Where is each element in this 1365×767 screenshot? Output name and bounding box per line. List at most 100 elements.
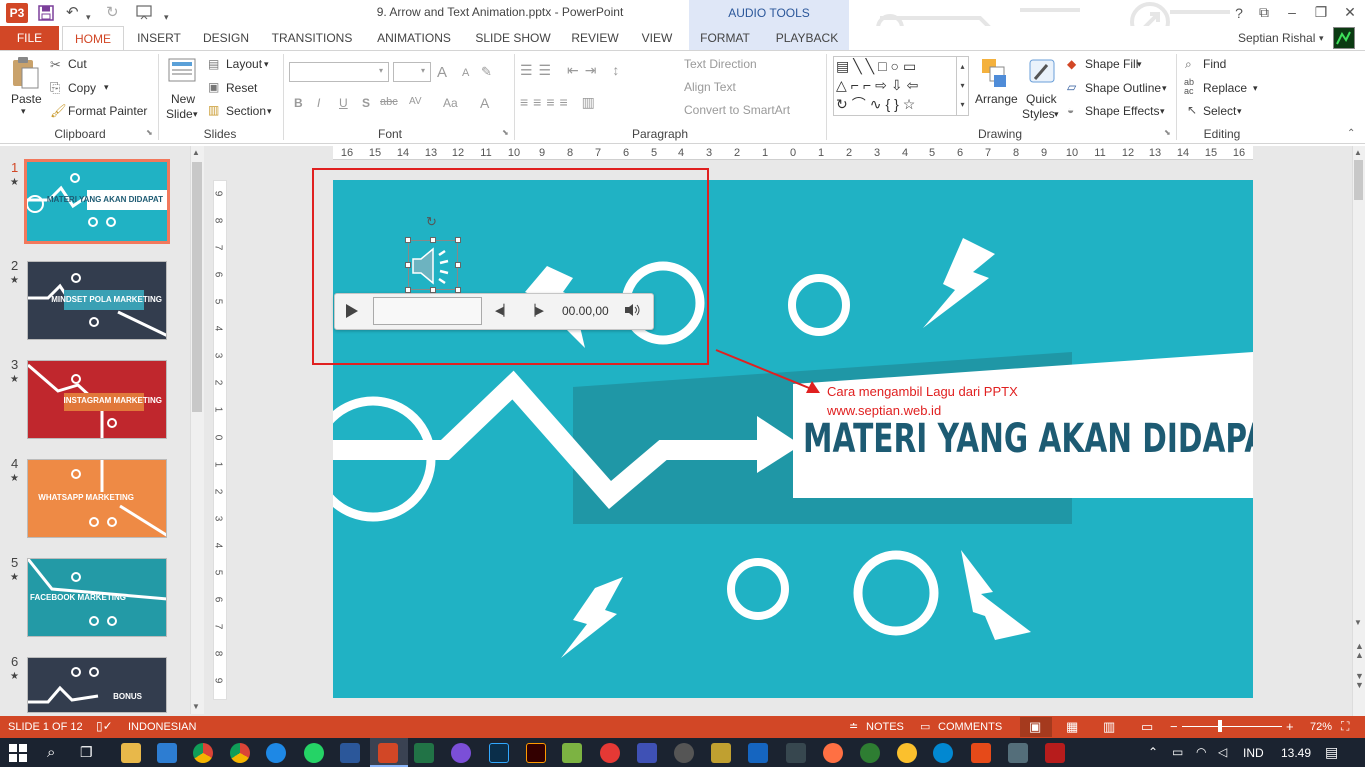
search-icon[interactable]: ⌕ bbox=[47, 744, 55, 761]
scroll-down-icon[interactable]: ▼ bbox=[1354, 618, 1362, 627]
shape-effects-dropdown-icon[interactable]: ▾ bbox=[1160, 106, 1165, 117]
bold-button[interactable]: B bbox=[294, 96, 303, 110]
notes-button[interactable]: NOTES bbox=[866, 721, 904, 733]
app-icon[interactable] bbox=[637, 743, 657, 763]
start-icon[interactable] bbox=[9, 744, 27, 765]
new-slide-icon[interactable] bbox=[167, 56, 199, 89]
font-launcher-icon[interactable]: ⬊ bbox=[502, 128, 509, 137]
user-name[interactable]: Septian Rishal bbox=[1238, 31, 1315, 45]
powerpoint-taskbar-icon[interactable] bbox=[378, 743, 398, 763]
help-icon[interactable]: ? bbox=[1227, 3, 1251, 23]
align-text-button[interactable]: Align Text bbox=[684, 80, 736, 94]
quick-styles-icon[interactable] bbox=[1027, 57, 1057, 92]
virtualbox-icon[interactable] bbox=[748, 743, 768, 763]
minimize-icon[interactable]: – bbox=[1280, 2, 1304, 22]
slide-thumbnail[interactable]: MINDSET POLA MARKETING bbox=[27, 261, 167, 340]
copy-button[interactable]: Copy bbox=[68, 81, 96, 95]
fit-slide-icon[interactable]: ⛶ bbox=[1341, 719, 1349, 734]
comments-icon[interactable]: ▭ bbox=[920, 720, 930, 733]
app-icon[interactable] bbox=[674, 743, 694, 763]
replace-button[interactable]: Replace bbox=[1203, 81, 1247, 95]
resize-handle[interactable] bbox=[405, 237, 411, 243]
avatar[interactable] bbox=[1333, 27, 1355, 49]
vertical-scrollbar[interactable] bbox=[1352, 146, 1365, 716]
spell-check-icon[interactable]: ▯✓ bbox=[96, 719, 113, 733]
volume-icon[interactable] bbox=[623, 302, 641, 321]
zoom-out-button[interactable]: − bbox=[1170, 719, 1178, 734]
collapse-ribbon-icon[interactable]: ⌃ bbox=[1347, 128, 1355, 139]
app-icon[interactable] bbox=[451, 743, 471, 763]
slide-thumbnail[interactable]: BONUS bbox=[27, 657, 167, 713]
paste-icon[interactable] bbox=[10, 56, 40, 93]
file-explorer-icon[interactable] bbox=[121, 743, 141, 763]
resize-handle[interactable] bbox=[430, 237, 436, 243]
format-painter-button[interactable]: Format Painter bbox=[68, 104, 147, 118]
convert-smartart-button[interactable]: Convert to SmartArt bbox=[684, 103, 790, 117]
slide-sorter-icon[interactable]: ▦ bbox=[1066, 719, 1078, 735]
shadow-button[interactable]: S bbox=[362, 96, 370, 110]
thumbs-scroll-down-icon[interactable]: ▼ bbox=[192, 702, 200, 711]
list-buttons-icon[interactable]: ☰☰ ⇤⇥ ↕ bbox=[520, 62, 625, 79]
app-icon[interactable] bbox=[933, 743, 953, 763]
shapes-gallery[interactable]: ▤╲╲□○▭ △⌐⌐⇨⇩⇦ ↻⌒∿{}☆ bbox=[833, 56, 969, 116]
alignment-buttons-icon[interactable]: ≡≡≡≡ ▥ bbox=[520, 94, 600, 111]
word-icon[interactable] bbox=[340, 743, 360, 763]
italic-button[interactable]: I bbox=[317, 96, 320, 110]
excel-icon[interactable] bbox=[414, 743, 434, 763]
wifi-icon[interactable]: ◠ bbox=[1196, 745, 1206, 759]
font-color-button[interactable]: A bbox=[480, 95, 489, 111]
underline-button[interactable]: U bbox=[339, 96, 348, 110]
paste-dropdown-icon[interactable]: ▾ bbox=[21, 106, 26, 117]
clock[interactable]: 13.49 bbox=[1281, 746, 1311, 760]
speaker-tray-icon[interactable]: ◁ bbox=[1218, 745, 1227, 759]
next-slide-icon[interactable]: ▼ ▼ bbox=[1355, 672, 1364, 690]
tab-home[interactable]: HOME bbox=[62, 26, 124, 51]
previous-slide-icon[interactable]: ▲ ▲ bbox=[1355, 642, 1364, 660]
play-icon[interactable] bbox=[343, 302, 359, 323]
section-button[interactable]: Section bbox=[226, 104, 266, 118]
shape-outline-button[interactable]: Shape Outline bbox=[1085, 81, 1161, 95]
tab-format[interactable]: FORMAT bbox=[693, 26, 757, 50]
shape-fill-button[interactable]: Shape Fill bbox=[1085, 57, 1138, 71]
clear-formatting-icon[interactable]: ✎ bbox=[481, 64, 492, 80]
character-spacing-button[interactable]: AV bbox=[409, 96, 422, 107]
reset-button[interactable]: Reset bbox=[226, 81, 257, 95]
text-direction-button[interactable]: Text Direction bbox=[684, 57, 757, 71]
zoom-slider-thumb[interactable] bbox=[1218, 720, 1222, 732]
battery-icon[interactable]: ▭ bbox=[1172, 745, 1183, 759]
app-icon[interactable] bbox=[860, 743, 880, 763]
section-dropdown-icon[interactable]: ▾ bbox=[267, 106, 272, 117]
task-view-icon[interactable]: ❐ bbox=[80, 744, 93, 761]
zoom-level[interactable]: 72% bbox=[1310, 721, 1332, 733]
tab-view[interactable]: VIEW bbox=[634, 26, 680, 50]
slideshow-icon[interactable]: ▭ bbox=[1141, 719, 1153, 735]
layout-dropdown-icon[interactable]: ▾ bbox=[264, 59, 269, 70]
skip-forward-icon[interactable]: ▕▶ bbox=[527, 304, 544, 317]
tab-playback[interactable]: PLAYBACK bbox=[768, 26, 846, 50]
normal-view-icon[interactable]: ▣ bbox=[1029, 719, 1041, 735]
illustrator-icon[interactable] bbox=[526, 743, 546, 763]
app-icon[interactable] bbox=[1008, 743, 1028, 763]
app-icon[interactable] bbox=[562, 743, 582, 763]
quick-styles-button[interactable]: Quick bbox=[1026, 92, 1057, 106]
resize-handle[interactable] bbox=[455, 262, 461, 268]
font-size-dropdown-icon[interactable]: ▾ bbox=[421, 66, 425, 75]
thumbnails-scroll-thumb[interactable] bbox=[192, 162, 202, 412]
increase-font-button[interactable]: A bbox=[437, 64, 447, 81]
slide-thumbnail[interactable]: FACEBOOK MARKETING bbox=[27, 558, 167, 637]
select-dropdown-icon[interactable]: ▾ bbox=[1237, 106, 1242, 117]
paste-button[interactable]: Paste bbox=[11, 92, 42, 106]
chrome-icon[interactable] bbox=[230, 743, 250, 763]
edge-icon[interactable] bbox=[266, 743, 286, 763]
slide-thumbnail[interactable]: MATERI YANG AKAN DIDAPAT bbox=[24, 159, 170, 244]
font-name-combobox[interactable] bbox=[289, 62, 389, 82]
decrease-font-button[interactable]: A bbox=[462, 67, 469, 79]
comments-button[interactable]: COMMENTS bbox=[938, 721, 1002, 733]
vertical-scroll-thumb[interactable] bbox=[1354, 160, 1363, 200]
quick-styles-button-line2[interactable]: Styles bbox=[1022, 107, 1055, 121]
shape-fill-dropdown-icon[interactable]: ▾ bbox=[1137, 59, 1142, 70]
slide-thumbnail[interactable]: INSTAGRAM MARKETING bbox=[27, 360, 167, 439]
quick-styles-dropdown-icon[interactable]: ▾ bbox=[1054, 109, 1059, 120]
app-icon[interactable] bbox=[157, 743, 177, 763]
select-button[interactable]: Select bbox=[1203, 104, 1236, 118]
